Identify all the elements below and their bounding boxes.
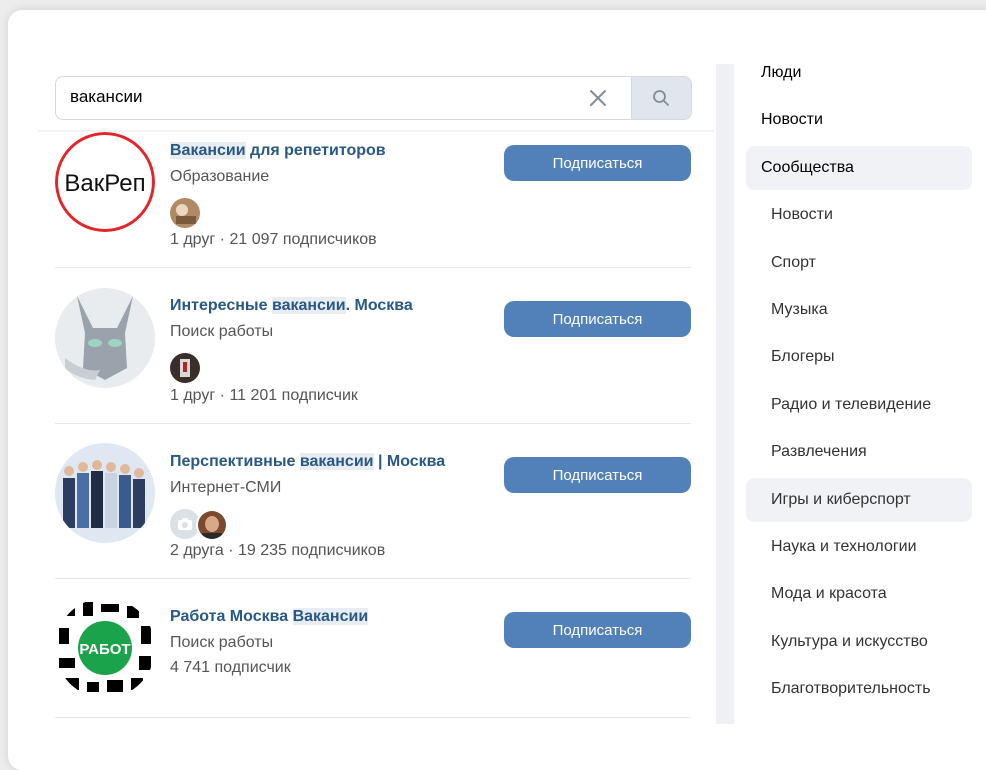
community-stats: 1 друг · 21 097 подписчиков (170, 231, 377, 248)
submenu-item-sport[interactable]: Спорт (746, 241, 972, 285)
submenu-item-news[interactable]: Новости (746, 193, 972, 237)
community-category: Поиск работы (170, 323, 274, 340)
community-category: Образование (170, 168, 270, 185)
community-stats: 4 741 подписчик (170, 659, 291, 676)
community-avatar[interactable]: ВакРеп (55, 132, 155, 232)
submenu-item-games[interactable]: Игры и киберспорт (746, 478, 972, 522)
submenu-item-science[interactable]: Наука и технологии (746, 525, 972, 569)
submenu-item-entertainment[interactable]: Развлечения (746, 430, 972, 474)
divider (55, 578, 691, 579)
submenu-item-fashion[interactable]: Мода и красота (746, 572, 972, 616)
submenu-item-bloggers[interactable]: Блогеры (746, 335, 972, 379)
community-name[interactable]: Перспективные вакансии | Москва (170, 453, 445, 471)
community-category: Поиск работы (170, 634, 274, 651)
subscribe-button[interactable]: Подписаться (504, 612, 691, 648)
community-name[interactable]: Вакансии для репетиторов (170, 142, 386, 160)
menu-item-people[interactable]: Люди (746, 51, 972, 95)
submenu-item-music[interactable]: Музыка (746, 288, 972, 332)
friend-avatar[interactable] (196, 509, 228, 541)
friend-avatar[interactable] (170, 198, 200, 228)
clear-icon[interactable] (588, 88, 608, 108)
community-avatar[interactable] (55, 443, 155, 543)
subscribe-button[interactable]: Подписаться (504, 145, 691, 181)
avatar-logo-text: ВакРеп (64, 170, 145, 197)
search-input[interactable] (56, 77, 590, 117)
avatar-logo-text: РАБОТ (79, 641, 130, 658)
friend-avatar[interactable] (170, 353, 200, 383)
divider (55, 717, 691, 718)
search-button[interactable] (631, 77, 691, 119)
list-item: Перспективные вакансии | Москва Интернет… (55, 443, 691, 559)
divider (55, 267, 691, 268)
subscribe-button[interactable]: Подписаться (504, 301, 691, 337)
divider (55, 423, 691, 424)
community-category: Интернет-СМИ (170, 479, 282, 496)
menu-item-news[interactable]: Новости (746, 98, 972, 142)
list-item: Интересные вакансии. Москва Поиск работы… (55, 288, 691, 404)
community-name[interactable]: Интересные вакансии. Москва (170, 297, 413, 315)
subscribe-button[interactable]: Подписаться (504, 457, 691, 493)
submenu-item-culture[interactable]: Культура и искусство (746, 620, 972, 664)
search-bar (55, 76, 692, 120)
scrollbar[interactable] (716, 64, 734, 724)
community-stats: 1 друг · 11 201 подписчик (170, 387, 358, 404)
submenu-item-charity[interactable]: Благотворительность (746, 667, 972, 711)
community-stats: 2 друга · 19 235 подписчиков (170, 542, 386, 559)
community-name[interactable]: Работа Москва Вакансии (170, 608, 369, 626)
community-avatar[interactable] (55, 288, 155, 388)
menu-item-communities[interactable]: Сообщества (746, 146, 972, 190)
list-item: РАБОТ Работа Москва Вакансии Поиск работ… (55, 598, 691, 708)
search-icon (653, 90, 669, 106)
community-avatar[interactable]: РАБОТ (55, 598, 155, 698)
submenu-item-radio-tv[interactable]: Радио и телевидение (746, 383, 972, 427)
list-item: ВакРеп Вакансии для репетиторов Образова… (55, 132, 691, 252)
